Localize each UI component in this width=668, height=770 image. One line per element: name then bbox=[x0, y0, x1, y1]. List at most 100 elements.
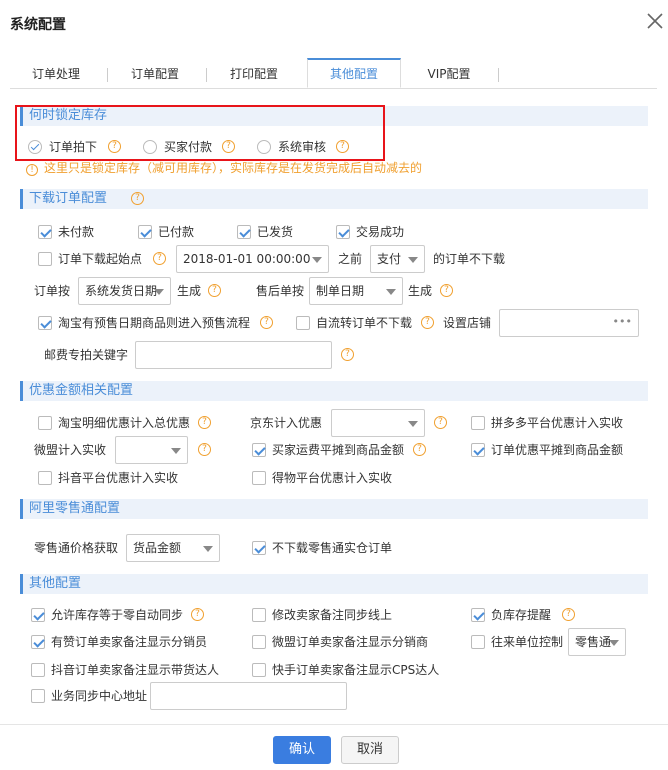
checkbox-unpaid[interactable] bbox=[38, 225, 52, 239]
checkbox-paid[interactable] bbox=[138, 225, 152, 239]
checkbox-unit-control[interactable] bbox=[471, 635, 485, 649]
order-by-label: 订单按 bbox=[34, 284, 71, 298]
more-icon[interactable]: ••• bbox=[613, 315, 632, 328]
checkbox-sync-center[interactable] bbox=[31, 689, 45, 703]
kuaishou-label: 快手订单卖家备注显示CPS达人 bbox=[272, 663, 440, 677]
checkbox-trade-success[interactable] bbox=[336, 225, 350, 239]
sync-center-input[interactable] bbox=[150, 682, 347, 710]
tab-order-processing[interactable]: 订单处理 bbox=[10, 60, 102, 89]
dewu-discount-label: 得物平台优惠计入实收 bbox=[272, 471, 393, 485]
unit-control-select[interactable]: 零售通 bbox=[568, 628, 626, 656]
footer-divider bbox=[0, 724, 668, 725]
weidian-select[interactable] bbox=[115, 436, 188, 464]
close-icon[interactable] bbox=[644, 10, 666, 32]
section-download-title: 下载订单配置 bbox=[29, 191, 108, 206]
after-sale-select[interactable]: 制单日期 bbox=[309, 277, 403, 305]
weidian-label: 微盟计入实收 bbox=[34, 443, 107, 457]
checkbox-douyin-remark[interactable] bbox=[31, 663, 45, 677]
checkbox-presale[interactable] bbox=[38, 316, 52, 330]
after-sale-by-label: 售后单按 bbox=[256, 284, 305, 298]
tab-bar: 订单处理 订单配置 打印配置 其他配置 VIP配置 bbox=[10, 58, 657, 89]
self-flow-label: 自流转订单不下载 bbox=[316, 316, 413, 330]
dialog-title: 系统配置 bbox=[10, 17, 66, 33]
modify-remark-label: 修改卖家备注同步线上 bbox=[272, 608, 393, 622]
jd-discount-label: 京东计入优惠 bbox=[250, 416, 323, 430]
postage-keyword-label: 邮费专拍关键字 bbox=[44, 348, 129, 362]
help-icon[interactable]: ? bbox=[434, 416, 447, 429]
section-ali-retail: 阿里零售通配置 bbox=[20, 499, 648, 519]
checkbox-pdd-discount[interactable] bbox=[471, 416, 485, 430]
help-icon[interactable]: ? bbox=[413, 443, 426, 456]
help-icon[interactable]: ? bbox=[440, 284, 453, 297]
checkbox-neg-stock[interactable] bbox=[471, 608, 485, 622]
checkbox-self-flow[interactable] bbox=[296, 316, 310, 330]
section-download: 下载订单配置? bbox=[20, 189, 648, 209]
checkbox-shipped[interactable] bbox=[237, 225, 251, 239]
checkbox-paid-label: 已付款 bbox=[158, 225, 195, 239]
help-icon[interactable]: ? bbox=[421, 316, 434, 329]
allow-zero-label: 允许库存等于零自动同步 bbox=[51, 608, 184, 622]
help-icon[interactable]: ? bbox=[208, 284, 221, 297]
buyer-freight-label: 买家运费平摊到商品金额 bbox=[272, 443, 405, 457]
highlight-box bbox=[15, 105, 385, 161]
douyin-remark-label: 抖音订单卖家备注显示带货达人 bbox=[51, 663, 220, 677]
checkbox-douyin-discount[interactable] bbox=[38, 471, 52, 485]
tab-print-config[interactable]: 打印配置 bbox=[207, 60, 301, 89]
douyin-discount-label: 抖音平台优惠计入实收 bbox=[58, 471, 179, 485]
help-icon[interactable]: ? bbox=[131, 192, 144, 205]
help-icon[interactable]: ? bbox=[191, 608, 204, 621]
checkbox-weimeng[interactable] bbox=[252, 635, 266, 649]
unit-control-label: 往来单位控制 bbox=[491, 635, 564, 649]
lock-warning: ! 这里只是锁定库存（减可用库存），实际库存是在发货完成后自动减去的 bbox=[26, 161, 422, 176]
help-icon[interactable]: ? bbox=[341, 348, 354, 361]
checkbox-order-discount[interactable] bbox=[471, 443, 485, 457]
presale-label: 淘宝有预售日期商品则进入预售流程 bbox=[58, 316, 251, 330]
download-start-label: 订单下载起始点 bbox=[58, 252, 143, 266]
generate-label-2: 生成 bbox=[408, 284, 433, 298]
generate-label: 生成 bbox=[177, 284, 202, 298]
neg-stock-label: 负库存提醒 bbox=[491, 608, 552, 622]
order-discount-label: 订单优惠平摊到商品金额 bbox=[491, 443, 624, 457]
ali-price-label: 零售通价格获取 bbox=[34, 541, 119, 555]
download-start-date[interactable]: 2018-01-01 00:00:00 bbox=[176, 245, 329, 273]
checkbox-youzan[interactable] bbox=[31, 635, 45, 649]
pdd-discount-label: 拼多多平台优惠计入实收 bbox=[491, 416, 624, 430]
section-other: 其他配置 bbox=[20, 574, 648, 594]
tab-order-config[interactable]: 订单配置 bbox=[108, 60, 202, 89]
warning-icon: ! bbox=[26, 164, 38, 176]
order-by-select[interactable]: 系统发货日期 bbox=[78, 277, 171, 305]
checkbox-ali-no-download[interactable] bbox=[252, 541, 266, 555]
not-download-label: 的订单不下载 bbox=[433, 252, 506, 266]
checkbox-unpaid-label: 未付款 bbox=[58, 225, 95, 239]
checkbox-modify-remark[interactable] bbox=[252, 608, 266, 622]
confirm-button[interactable]: 确认 bbox=[273, 736, 331, 764]
help-icon[interactable]: ? bbox=[153, 252, 166, 265]
shop-input[interactable]: ••• bbox=[499, 309, 639, 337]
jd-discount-select[interactable] bbox=[331, 409, 425, 437]
checkbox-trade-success-label: 交易成功 bbox=[356, 225, 405, 239]
sync-center-label: 业务同步中心地址 bbox=[51, 689, 148, 703]
section-discount: 优惠金额相关配置 bbox=[20, 381, 648, 401]
help-icon[interactable]: ? bbox=[198, 416, 211, 429]
tab-vip-config[interactable]: VIP配置 bbox=[402, 60, 496, 89]
tab-other-config[interactable]: 其他配置 bbox=[307, 58, 401, 88]
youzan-label: 有赞订单卖家备注显示分销员 bbox=[51, 635, 208, 649]
pay-select[interactable]: 支付 bbox=[370, 245, 425, 273]
cancel-button[interactable]: 取消 bbox=[341, 736, 399, 764]
before-label: 之前 bbox=[338, 252, 363, 266]
checkbox-allow-zero[interactable] bbox=[31, 608, 45, 622]
ali-price-select[interactable]: 货品金额 bbox=[126, 534, 220, 562]
checkbox-kuaishou[interactable] bbox=[252, 663, 266, 677]
ali-no-download-label: 不下载零售通实仓订单 bbox=[272, 541, 393, 555]
help-icon[interactable]: ? bbox=[562, 608, 575, 621]
postage-keyword-input[interactable] bbox=[135, 341, 332, 369]
help-icon[interactable]: ? bbox=[260, 316, 273, 329]
weimeng-label: 微盟订单卖家备注显示分销商 bbox=[272, 635, 429, 649]
help-icon[interactable]: ? bbox=[198, 443, 211, 456]
checkbox-dewu-discount[interactable] bbox=[252, 471, 266, 485]
checkbox-taobao-discount[interactable] bbox=[38, 416, 52, 430]
checkbox-shipped-label: 已发货 bbox=[257, 225, 294, 239]
shop-setting-label: 设置店铺 bbox=[443, 316, 492, 330]
checkbox-download-start[interactable] bbox=[38, 252, 52, 266]
checkbox-buyer-freight[interactable] bbox=[252, 443, 266, 457]
